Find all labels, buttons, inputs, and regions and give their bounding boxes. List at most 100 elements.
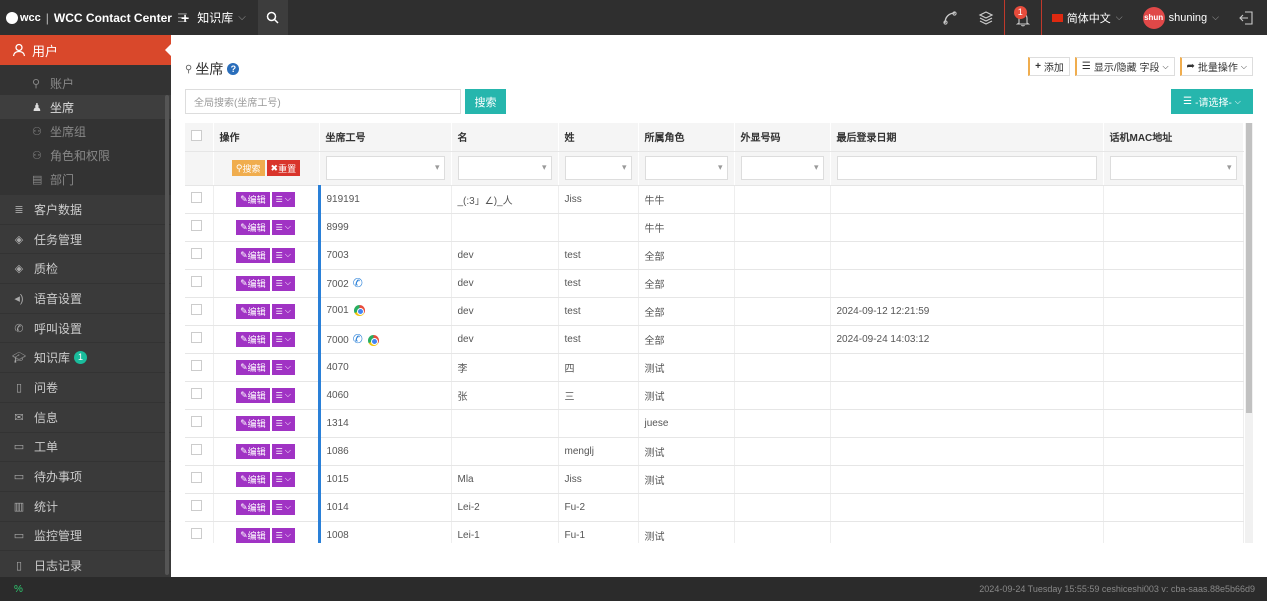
sidebar-item-call-settings[interactable]: ✆ 呼叫设置 xyxy=(0,314,171,344)
scrollbar-thumb[interactable] xyxy=(1246,123,1252,413)
more-actions-button[interactable]: ☰ ⌵ xyxy=(271,359,295,375)
row-checkbox[interactable] xyxy=(191,192,202,203)
edit-button[interactable]: ✎ 编辑 xyxy=(236,247,270,263)
edit-button[interactable]: ✎ 编辑 xyxy=(236,471,270,487)
column-header[interactable]: 话机MAC地址 xyxy=(1103,123,1244,152)
more-actions-button[interactable]: ☰ ⌵ xyxy=(271,275,295,291)
row-select-cell[interactable] xyxy=(185,325,214,354)
edit-button[interactable]: ✎ 编辑 xyxy=(236,331,270,347)
filter-reset-button[interactable]: ✖ 重置 xyxy=(266,160,301,176)
table-row[interactable]: ✎ 编辑 ☰ ⌵ 1015 Mla Jiss 测试 xyxy=(185,465,1244,494)
edit-button[interactable]: ✎ 编辑 xyxy=(236,359,270,375)
row-checkbox[interactable] xyxy=(191,248,202,259)
table-row[interactable]: ✎ 编辑 ☰ ⌵ 1014 Lei-2 Fu-2 xyxy=(185,493,1244,522)
filter-mac[interactable] xyxy=(1109,156,1237,180)
row-select-cell[interactable] xyxy=(185,437,214,466)
sidebar-item-customer-data[interactable]: ≣ 客户数据 xyxy=(0,195,171,225)
softphone-button[interactable] xyxy=(932,0,968,35)
filter-last-login[interactable] xyxy=(836,156,1097,180)
row-select-cell[interactable] xyxy=(185,465,214,494)
row-select-cell[interactable] xyxy=(185,353,214,382)
filter-role[interactable] xyxy=(644,156,728,180)
row-checkbox[interactable] xyxy=(191,388,202,399)
sidebar-item-monitoring[interactable]: ▭ 监控管理 xyxy=(0,522,171,552)
table-row[interactable]: ✎ 编辑 ☰ ⌵ 1086 menglj 测试 xyxy=(185,437,1244,466)
table-row[interactable]: ✎ 编辑 ☰ ⌵ 4070 李四测试 xyxy=(185,353,1244,382)
table-row[interactable]: ✎ 编辑 ☰ ⌵ 7003 dev test 全部 xyxy=(185,241,1244,270)
sidebar-subitem-agent-groups[interactable]: ⚇ 坐席组 xyxy=(0,119,171,143)
edit-button[interactable]: ✎ 编辑 xyxy=(236,527,270,543)
global-search-input[interactable]: 全局搜索(坐席工号) xyxy=(185,89,461,114)
column-header[interactable]: 外显号码 xyxy=(734,123,831,152)
filter-last-name[interactable] xyxy=(564,156,632,180)
table-row[interactable]: ✎ 编辑 ☰ ⌵ 7000 ✆ dev test 全部 2024-09-24 14:03:12 xyxy=(185,325,1244,354)
row-checkbox[interactable] xyxy=(191,220,202,231)
row-select-cell[interactable] xyxy=(185,521,214,543)
top-search-button[interactable] xyxy=(257,0,288,35)
add-button[interactable]: + 添加 xyxy=(1028,57,1070,76)
select-all-cell[interactable] xyxy=(185,123,214,152)
language-selector[interactable]: 简体中文 ⌵ xyxy=(1042,0,1133,35)
row-checkbox[interactable] xyxy=(191,276,202,287)
sidebar-item-users[interactable]: 用户 xyxy=(0,35,171,65)
sidebar-item-logs[interactable]: ▯ 日志记录 xyxy=(0,551,171,577)
notification-button[interactable]: 1 xyxy=(1003,0,1042,35)
sidebar-item-tickets[interactable]: ▭ 工单 xyxy=(0,433,171,463)
edit-button[interactable]: ✎ 编辑 xyxy=(236,275,270,291)
sidebar-item-statistics[interactable]: ▥ 统计 xyxy=(0,492,171,522)
table-row[interactable]: ✎ 编辑 ☰ ⌵ 1314 juese xyxy=(185,409,1244,438)
logout-button[interactable] xyxy=(1229,0,1267,35)
edit-button[interactable]: ✎ 编辑 xyxy=(236,219,270,235)
sidebar-subitem-accounts[interactable]: ⚲ 账户 xyxy=(0,71,171,95)
select-dropdown[interactable]: ☰ -请选择- ⌵ xyxy=(1171,89,1253,114)
sidebar-item-tasks[interactable]: ◈ 任务管理 xyxy=(0,225,171,255)
sidebar-item-knowledge[interactable]: 🎓︎ 知识库 1 xyxy=(0,343,171,374)
sidebar-subitem-agents[interactable]: ♟ 坐席 xyxy=(0,95,171,119)
table-row[interactable]: ✎ 编辑 ☰ ⌵ 7002 ✆ dev test 全部 xyxy=(185,269,1244,298)
row-select-cell[interactable] xyxy=(185,409,214,438)
more-actions-button[interactable]: ☰ ⌵ xyxy=(271,387,295,403)
row-checkbox[interactable] xyxy=(191,332,202,343)
row-checkbox[interactable] xyxy=(191,472,202,483)
filter-first-name[interactable] xyxy=(457,156,552,180)
more-actions-button[interactable]: ☰ ⌵ xyxy=(271,527,295,543)
sidebar-subitem-departments[interactable]: ▤ 部门 xyxy=(0,167,171,191)
more-actions-button[interactable]: ☰ ⌵ xyxy=(271,499,295,515)
sidebar-item-voice[interactable]: ◂) 语音设置 xyxy=(0,284,171,314)
row-select-cell[interactable] xyxy=(185,241,214,270)
column-header[interactable]: 坐席工号 xyxy=(319,123,452,152)
more-actions-button[interactable]: ☰ ⌵ xyxy=(271,471,295,487)
row-select-cell[interactable] xyxy=(185,297,214,326)
select-all-checkbox[interactable] xyxy=(191,129,202,141)
sidebar-item-messages[interactable]: ✉ 信息 xyxy=(0,403,171,433)
row-select-cell[interactable] xyxy=(185,213,214,242)
edit-button[interactable]: ✎ 编辑 xyxy=(236,415,270,431)
table-scrollbar[interactable] xyxy=(1245,123,1253,543)
row-checkbox[interactable] xyxy=(191,304,202,315)
row-select-cell[interactable] xyxy=(185,269,214,298)
row-checkbox[interactable] xyxy=(191,416,202,427)
row-checkbox[interactable] xyxy=(191,444,202,455)
column-header[interactable]: 名 xyxy=(451,123,559,152)
row-checkbox[interactable] xyxy=(191,528,202,539)
table-row[interactable]: ✎ 编辑 ☰ ⌵ 919191 _(:3」∠)_人 Jiss 牛牛 xyxy=(185,185,1244,214)
sidebar-scrollbar[interactable] xyxy=(165,95,169,575)
edit-button[interactable]: ✎ 编辑 xyxy=(236,303,270,319)
row-select-cell[interactable] xyxy=(185,381,214,410)
batch-operations-button[interactable]: ➦ 批量操作 ⌵ xyxy=(1179,57,1253,76)
add-menu[interactable]: + 知识库 ⌵ xyxy=(171,0,256,35)
more-actions-button[interactable]: ☰ ⌵ xyxy=(271,331,295,347)
show-hide-fields-button[interactable]: ☰ 显示/隐藏 字段 ⌵ xyxy=(1074,57,1175,76)
table-row[interactable]: ✎ 编辑 ☰ ⌵ 4060 张三测试 xyxy=(185,381,1244,410)
filter-display-number[interactable] xyxy=(740,156,824,180)
more-actions-button[interactable]: ☰ ⌵ xyxy=(271,415,295,431)
layers-button[interactable] xyxy=(968,0,1004,35)
table-row[interactable]: ✎ 编辑 ☰ ⌵ 7001 dev test 全部 2024-09-12 12:21:59 xyxy=(185,297,1244,326)
table-row[interactable]: ✎ 编辑 ☰ ⌵ 1008 Lei-1 Fu-1 测试 xyxy=(185,521,1244,543)
column-header[interactable]: 姓 xyxy=(558,123,639,152)
edit-button[interactable]: ✎ 编辑 xyxy=(236,191,270,207)
column-header[interactable]: 最后登录日期 xyxy=(830,123,1104,152)
filter-search-button[interactable]: ⚲ 搜索 xyxy=(231,160,265,176)
edit-button[interactable]: ✎ 编辑 xyxy=(236,443,270,459)
user-menu[interactable]: shun shuning ⌵ xyxy=(1133,0,1229,35)
